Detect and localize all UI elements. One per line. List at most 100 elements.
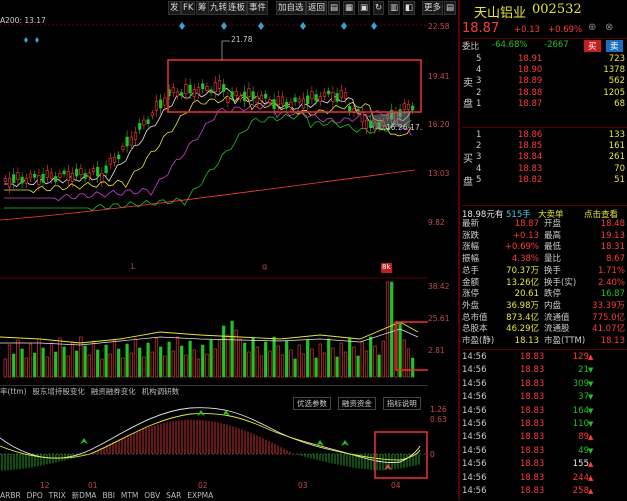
- fk-button[interactable]: FK: [181, 1, 196, 15]
- volume-bar: [268, 350, 272, 378]
- date-label: 04: [391, 481, 401, 490]
- refresh-button[interactable]: ↻: [373, 1, 385, 15]
- candle-body: [117, 154, 121, 160]
- volume-bar: [356, 355, 360, 378]
- tick-price: 18.83: [520, 419, 545, 429]
- ask-row[interactable]: 1 18.87 68: [462, 99, 627, 110]
- tab-sar[interactable]: SAR: [166, 491, 181, 500]
- volume-bar: [369, 336, 373, 378]
- more-button[interactable]: 更多: [422, 1, 444, 15]
- volume-bar: [87, 354, 91, 378]
- macd-chart[interactable]: [0, 398, 428, 480]
- volume-bar: [318, 343, 322, 378]
- tool-button[interactable]: ▥: [388, 1, 401, 15]
- tick-row: 14:56 18.83 110 ▼: [462, 418, 627, 431]
- f10-button[interactable]: ▤: [328, 1, 341, 15]
- ask-level: 3: [476, 76, 482, 87]
- bid-level: 3: [476, 152, 482, 163]
- ask-row[interactable]: 2 18.88 1205: [462, 88, 627, 99]
- macd-axis-tick: 0: [430, 450, 435, 459]
- ask-row[interactable]: 4 18.90 1378: [462, 65, 627, 76]
- quote-row: 金额 13.26亿 换手(实) 2.40%: [462, 278, 627, 289]
- range-annotation: 16.26-17.: [386, 123, 423, 132]
- tick-volume: 164: [572, 405, 589, 416]
- quote-value: 33.39万: [592, 300, 625, 311]
- news-button[interactable]: ▣: [358, 1, 371, 15]
- buy-button[interactable]: 买: [584, 40, 601, 52]
- candle-body: [125, 136, 129, 147]
- ask-volume: 1378: [603, 65, 625, 76]
- ask-volume: 68: [614, 98, 625, 109]
- candle-body: [146, 119, 150, 124]
- bid-row[interactable]: 1 18.86 133: [462, 130, 627, 141]
- candle-body: [251, 91, 255, 100]
- tab-shareholder[interactable]: 股东增持股变化: [32, 386, 85, 397]
- candle-marker-label: q: [262, 262, 268, 271]
- volume-bar: [20, 348, 24, 378]
- fa-button[interactable]: 发: [168, 1, 181, 15]
- add-watchlist-button[interactable]: 加自选: [276, 1, 306, 15]
- quote-value: 18.13: [600, 336, 625, 346]
- settings-icon[interactable]: ⊕: [588, 22, 596, 33]
- price-axis-tick: 16.20: [428, 120, 450, 129]
- chou-button[interactable]: 筹: [196, 1, 209, 15]
- volume-bar: [121, 357, 125, 378]
- candle-body: [339, 89, 343, 98]
- tick-direction-icon: ▲: [588, 433, 594, 442]
- volume-bar: [28, 343, 33, 378]
- quote-value: 16.87: [600, 289, 625, 300]
- volume-bar: [310, 348, 314, 378]
- tab-trix[interactable]: TRIX: [49, 491, 66, 500]
- tab-arbr[interactable]: ARBR: [0, 491, 21, 500]
- tick-volume: 129: [572, 352, 589, 362]
- tab-bbi[interactable]: BBI: [102, 491, 115, 500]
- event-button[interactable]: 事件: [247, 1, 269, 15]
- tick-time: 14:56: [462, 352, 487, 362]
- quote-value: 18.31: [600, 242, 625, 253]
- tab-expma[interactable]: EXPMA: [187, 491, 213, 500]
- volume-chart[interactable]: [0, 277, 428, 383]
- bid-row[interactable]: 2 18.85 161: [462, 141, 627, 152]
- tab-institution[interactable]: 机构调研数: [142, 386, 180, 397]
- close-icon[interactable]: ⊗: [605, 22, 613, 33]
- bid-volume: 161: [608, 141, 625, 152]
- candle-body: [112, 157, 117, 163]
- ask-row[interactable]: 3 18.89 562: [462, 76, 627, 87]
- candle-body: [268, 99, 272, 103]
- tick-row: 14:56 18.83 21 ▼: [462, 364, 627, 377]
- quote-value: 775.0亿: [592, 312, 625, 323]
- candle-body: [54, 176, 58, 182]
- forecast-button[interactable]: ◧: [403, 1, 416, 15]
- quote-label: 量比: [544, 254, 562, 265]
- candle-body: [238, 95, 243, 100]
- layout-button[interactable]: ▤: [444, 1, 457, 15]
- sell-button[interactable]: 卖: [606, 40, 623, 52]
- candle-body: [327, 90, 331, 95]
- volume-bar: [112, 339, 117, 378]
- bid-row[interactable]: 3 18.84 261: [462, 152, 627, 163]
- tab-mtm[interactable]: MTM: [121, 491, 139, 500]
- high-price-annotation: 21.78: [231, 35, 253, 44]
- tab-dpo[interactable]: DPO: [27, 491, 43, 500]
- tick-price: 18.83: [520, 365, 545, 376]
- candle-body: [406, 104, 411, 110]
- candle-body: [58, 173, 62, 178]
- forecast-icon: ◧: [405, 3, 414, 13]
- candle-body: [318, 96, 322, 102]
- ask-row[interactable]: 5 18.91 723: [462, 54, 627, 65]
- lianban-button[interactable]: 连板: [226, 1, 248, 15]
- kline-chart[interactable]: [0, 15, 428, 277]
- tab-margin[interactable]: 融资融券变化: [91, 386, 136, 397]
- finance-button[interactable]: ▦: [343, 1, 356, 15]
- quote-label: 外盘: [462, 300, 480, 311]
- bid-row[interactable]: 4 18.83 70: [462, 164, 627, 175]
- volume-bar: [70, 341, 75, 378]
- quote-label: 流通股: [544, 324, 570, 335]
- bid-row[interactable]: 5 18.82 51: [462, 175, 627, 186]
- tab-obv[interactable]: OBV: [144, 491, 160, 500]
- tick-direction-icon: ▼: [588, 446, 594, 455]
- back-button[interactable]: 返回: [306, 1, 328, 15]
- tab-pe[interactable]: 率(ttm): [0, 386, 27, 397]
- tab-new-dma[interactable]: 新DMA: [72, 491, 97, 500]
- volume-bar: [251, 337, 255, 378]
